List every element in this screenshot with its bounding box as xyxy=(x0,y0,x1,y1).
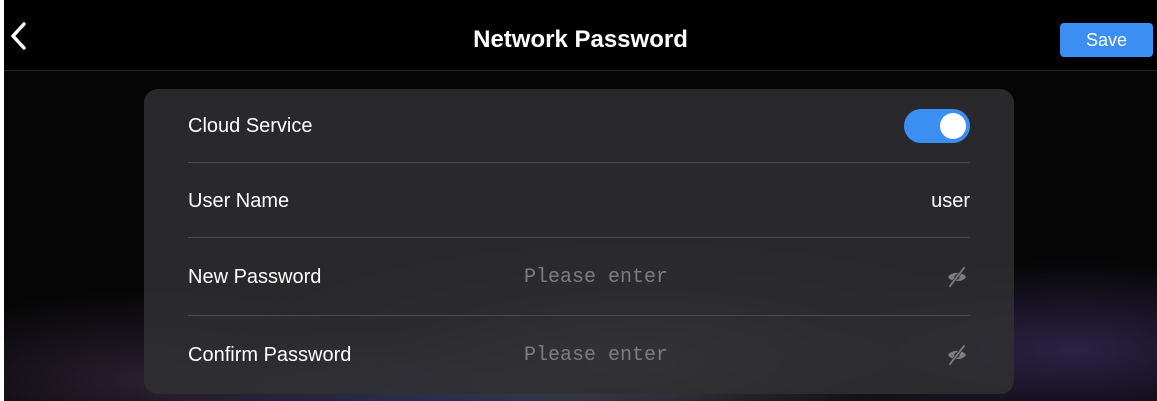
user-name-value: user xyxy=(931,189,970,212)
user-name-row: User Name user xyxy=(188,163,970,238)
eye-slash-icon xyxy=(948,344,966,366)
cloud-service-toggle[interactable] xyxy=(904,109,970,143)
new-password-label: New Password xyxy=(188,266,322,288)
new-password-row: New Password xyxy=(188,238,970,316)
cloud-service-label: Cloud Service xyxy=(188,115,313,137)
user-name-label: User Name xyxy=(188,189,290,212)
confirm-password-label: Confirm Password xyxy=(188,344,352,366)
confirm-password-input[interactable] xyxy=(524,340,904,370)
settings-card: Cloud Service User Name user New Passwor… xyxy=(144,89,1014,394)
new-password-input[interactable] xyxy=(524,262,904,292)
confirm-password-visibility-toggle[interactable] xyxy=(946,344,968,366)
page-title: Network Password xyxy=(473,26,688,53)
top-bar: Network Password Save xyxy=(4,0,1157,71)
screen: Network Password Save Cloud Service User… xyxy=(4,0,1157,401)
cloud-service-row: Cloud Service xyxy=(188,89,970,163)
toggle-knob xyxy=(940,113,966,139)
save-button[interactable]: Save xyxy=(1060,23,1153,57)
confirm-password-row: Confirm Password xyxy=(188,316,970,394)
eye-slash-icon xyxy=(948,266,966,288)
new-password-visibility-toggle[interactable] xyxy=(946,266,968,288)
